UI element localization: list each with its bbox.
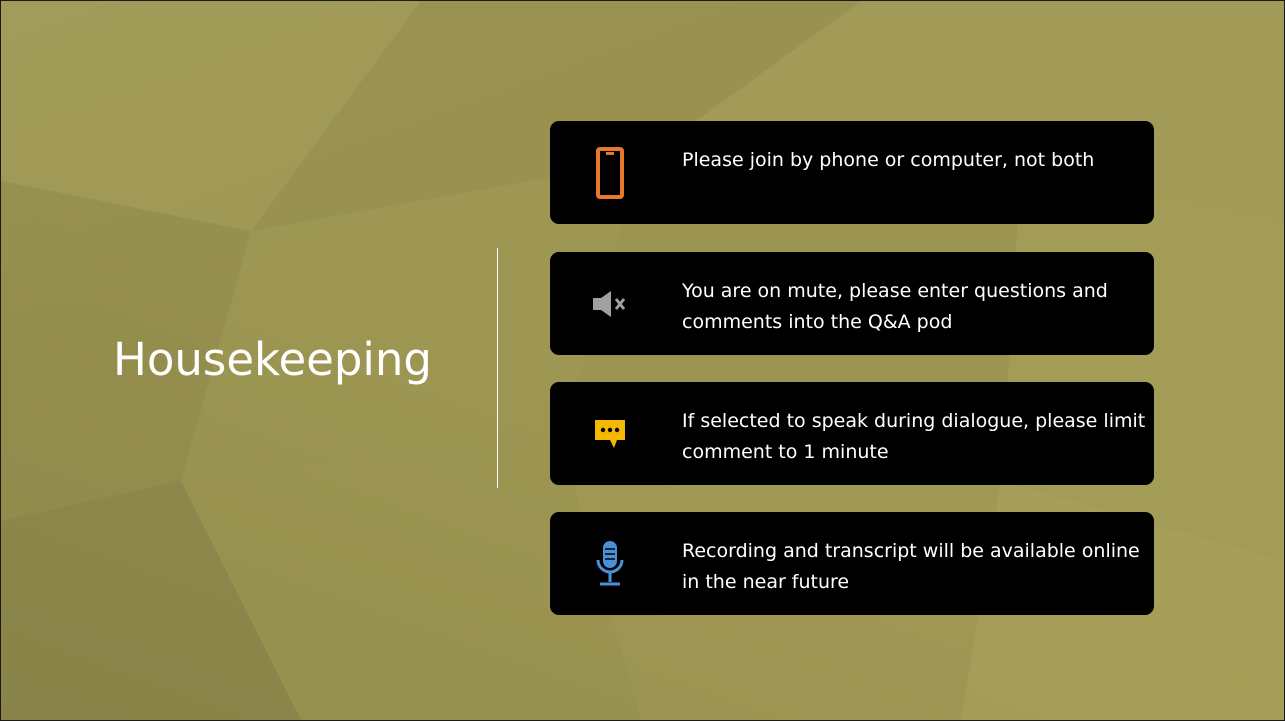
info-card-text: Recording and transcript will be availab… — [682, 540, 1140, 593]
microphone-icon — [584, 538, 636, 590]
mobile-phone-icon — [584, 147, 636, 199]
slide: Housekeeping Please join by phone or com… — [0, 0, 1285, 721]
slide-title: Housekeeping — [113, 333, 432, 386]
info-card-mute: You are on mute, please enter questions … — [550, 252, 1154, 355]
info-card-text: You are on mute, please enter questions … — [682, 280, 1108, 333]
vertical-divider — [497, 248, 498, 488]
speaker-muted-icon — [584, 278, 636, 330]
info-card-speak: If selected to speak during dialogue, pl… — [550, 382, 1154, 485]
info-card-recording: Recording and transcript will be availab… — [550, 512, 1154, 615]
info-card-phone: Please join by phone or computer, not bo… — [550, 121, 1154, 224]
info-card-text: If selected to speak during dialogue, pl… — [682, 410, 1146, 463]
info-card-text: Please join by phone or computer, not bo… — [682, 149, 1095, 171]
chat-bubble-icon — [584, 408, 636, 460]
